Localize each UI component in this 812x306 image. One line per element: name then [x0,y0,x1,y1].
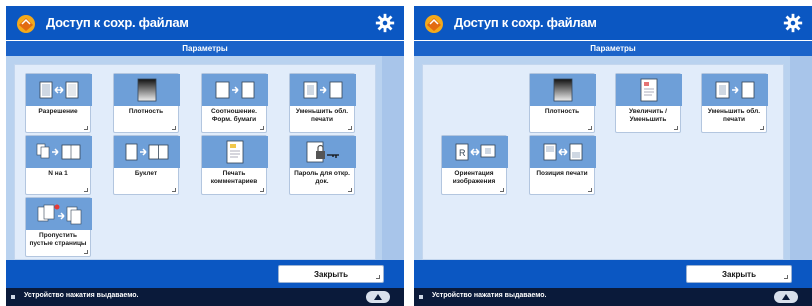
image-orientation-icon: R [442,136,508,168]
options-panel: Плотность Увеличить / Уменьшить Уменьшит… [414,56,812,260]
resolution-icon [26,74,92,106]
tile-skip-blank-pages[interactable]: Пропустить пустые страницы [25,197,92,257]
tile-paper-size[interactable]: Соотношение. Форм. бумаги [201,73,268,133]
status-square-icon [419,295,423,299]
left-screen: Доступ к сохр. файлам Параметры Разрешен… [6,0,404,306]
print-comments-icon [202,136,268,168]
tile-density[interactable]: Плотность [529,73,596,133]
right-screen: Доступ к сохр. файлам Параметры Плотност… [414,0,812,306]
section-header: Параметры [6,41,404,56]
tile-n-on-1[interactable]: N на 1 [25,135,92,195]
corner-mark [784,275,788,279]
gear-icon[interactable] [782,12,804,34]
corner-mark [588,126,592,130]
status-message: Устройство нажатия выдаваемо. [432,292,547,299]
zoom-icon [616,74,682,106]
tile-label: Разрешение [38,108,78,115]
tile-label: Плотность [128,108,164,115]
corner-mark [260,188,264,192]
corner-mark [172,188,176,192]
tile-density[interactable]: Плотность [113,73,180,133]
tile-print-position[interactable]: Позиция печати [529,135,596,195]
password-icon [290,136,356,168]
scroll-strip [790,56,812,260]
corner-mark [674,126,678,130]
corner-mark [500,188,504,192]
booklet-icon [114,136,180,168]
page-title: Доступ к сохр. файлам [454,15,597,30]
triangle-up-icon [782,294,790,300]
tile-reduce-area[interactable]: Уменьшить обл. печати [289,73,356,133]
status-bar: Устройство нажатия выдаваемо. [414,288,812,306]
print-position-icon [530,136,596,168]
corner-mark [376,275,380,279]
close-button-label: Закрыть [313,270,349,279]
corner-mark [588,188,592,192]
tile-resolution[interactable]: Разрешение [25,73,92,133]
tile-zoom[interactable]: Увеличить / Уменьшить [615,73,682,133]
reduce-area-icon [290,74,356,106]
bottom-bar: Закрыть [6,260,404,288]
tile-grid: Плотность Увеличить / Уменьшить Уменьшит… [422,64,784,260]
corner-mark [172,126,176,130]
tile-reduce-area[interactable]: Уменьшить обл. печати [701,73,768,133]
tile-label: Буклет [134,170,158,177]
corner-mark [348,188,352,192]
status-monitor-button[interactable] [366,291,390,303]
tile-label: Позиция печати [536,170,588,177]
app-logo-icon [425,15,443,33]
tile-label: Плотность [544,108,580,115]
paper-size-icon [202,74,268,106]
status-square-icon [11,295,15,299]
app-logo-icon [17,15,35,33]
triangle-up-icon [374,294,382,300]
tile-booklet[interactable]: Буклет [113,135,180,195]
status-bar: Устройство нажатия выдаваемо. [6,288,404,306]
close-button-label: Закрыть [721,270,757,279]
scroll-strip [382,56,404,260]
tile-image-orientation[interactable]: R Ориентация изображения [441,135,508,195]
density-icon [114,74,180,106]
density-icon [530,74,596,106]
tile-label: Увеличить / Уменьшить [628,108,667,123]
corner-mark [84,126,88,130]
tile-password[interactable]: Пароль для откр. док. [289,135,356,195]
tile-label: Уменьшить обл. печати [707,108,761,123]
tile-label: Ориентация изображения [452,170,496,185]
tile-label: N на 1 [48,170,68,177]
skip-blank-pages-icon [26,198,92,230]
close-button[interactable]: Закрыть [686,265,792,283]
page-title: Доступ к сохр. файлам [46,15,189,30]
corner-mark [84,188,88,192]
tile-label: Пропустить пустые страницы [29,232,87,247]
gear-icon[interactable] [374,12,396,34]
tile-label: Пароль для откр. док. [294,170,350,185]
options-panel: Разрешение Плотность Соотношение. Форм. … [6,56,404,260]
status-monitor-button[interactable] [774,291,798,303]
corner-mark [84,250,88,254]
title-bar: Доступ к сохр. файлам [6,6,404,40]
tile-grid: Разрешение Плотность Соотношение. Форм. … [14,64,376,260]
corner-mark [348,126,352,130]
bottom-bar: Закрыть [414,260,812,288]
title-bar: Доступ к сохр. файлам [414,6,812,40]
tile-label: Соотношение. Форм. бумаги [211,108,257,123]
tile-label: Печать комментариев [210,170,258,185]
corner-mark [260,126,264,130]
tile-label: Уменьшить обл. печати [295,108,349,123]
status-message: Устройство нажатия выдаваемо. [24,292,139,299]
close-button[interactable]: Закрыть [278,265,384,283]
n-on-1-icon [26,136,92,168]
tile-print-comments[interactable]: Печать комментариев [201,135,268,195]
reduce-area-icon [702,74,768,106]
corner-mark [760,126,764,130]
svg-text:R: R [459,148,466,158]
section-header: Параметры [414,41,812,56]
